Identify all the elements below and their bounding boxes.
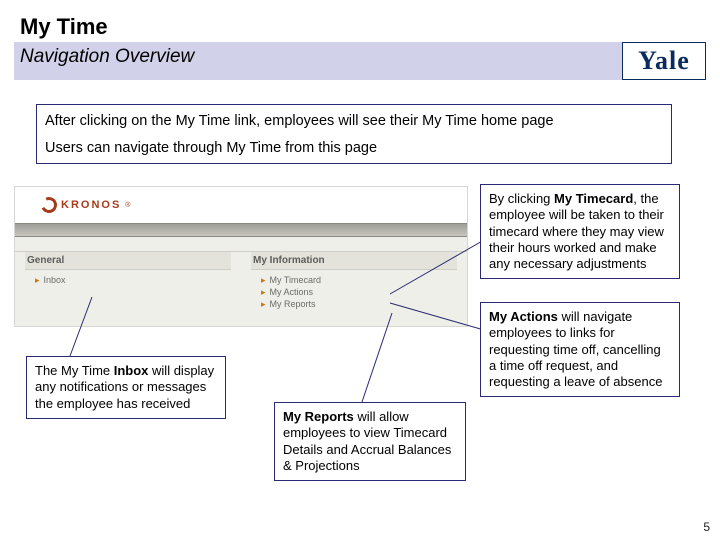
kronos-toolbar xyxy=(15,223,467,237)
callout-actions-bold: My Actions xyxy=(489,309,558,324)
callout-timecard-bold: My Timecard xyxy=(554,191,633,206)
kronos-general-item[interactable]: ▸ Inbox xyxy=(35,274,229,286)
brand-box: Yale xyxy=(622,42,706,80)
page-title: My Time xyxy=(20,14,108,40)
brand-text: Yale xyxy=(638,46,690,76)
callout-timecard: By clicking My Timecard, the employee wi… xyxy=(480,184,680,279)
kronos-myinfo-item-label: My Timecard xyxy=(270,274,322,286)
kronos-general-heading: General xyxy=(25,252,231,270)
slide: Yale My Time Navigation Overview After c… xyxy=(0,0,720,540)
arrow-icon: ▸ xyxy=(35,274,40,286)
kronos-spacer xyxy=(15,237,467,251)
intro-line-2: Users can navigate through My Time from … xyxy=(45,138,663,159)
callout-reports-bold: My Reports xyxy=(283,409,354,424)
kronos-logo-row: KRONOS ® xyxy=(15,187,467,223)
kronos-swirl-icon xyxy=(39,195,60,216)
arrow-icon: ▸ xyxy=(261,274,266,286)
kronos-logo-text: KRONOS xyxy=(61,199,121,211)
intro-box: After clicking on the My Time link, empl… xyxy=(36,104,672,164)
callout-actions: My Actions will navigate employees to li… xyxy=(480,302,680,397)
arrow-icon: ▸ xyxy=(261,286,266,298)
kronos-myinfo-item[interactable]: ▸ My Reports xyxy=(261,298,455,310)
kronos-myinfo-item[interactable]: ▸ My Timecard xyxy=(261,274,455,286)
callout-reports: My Reports will allow employees to view … xyxy=(274,402,466,481)
kronos-myinfo-item-label: My Actions xyxy=(270,286,314,298)
intro-line-1: After clicking on the My Time link, empl… xyxy=(45,111,663,132)
kronos-general-item-label: Inbox xyxy=(44,274,66,286)
kronos-tm: ® xyxy=(125,202,130,209)
kronos-section-general: General ▸ Inbox xyxy=(15,252,241,318)
callout-inbox: The My Time Inbox will display any notif… xyxy=(26,356,226,419)
kronos-section-myinfo: My Information ▸ My Timecard ▸ My Action… xyxy=(241,252,467,318)
page-subtitle: Navigation Overview xyxy=(20,46,194,68)
kronos-sections: General ▸ Inbox My Information ▸ My Time… xyxy=(15,251,467,326)
page-number: 5 xyxy=(703,520,710,534)
callout-inbox-pre: The My Time xyxy=(35,363,114,378)
callout-inbox-bold: Inbox xyxy=(114,363,149,378)
callout-timecard-pre: By clicking xyxy=(489,191,554,206)
kronos-myinfo-item-label: My Reports xyxy=(270,298,316,310)
kronos-screenshot: KRONOS ® General ▸ Inbox My Information xyxy=(14,186,468,327)
kronos-myinfo-item[interactable]: ▸ My Actions xyxy=(261,286,455,298)
kronos-logo: KRONOS ® xyxy=(41,197,130,213)
kronos-myinfo-heading: My Information xyxy=(251,252,457,270)
arrow-icon: ▸ xyxy=(261,298,266,310)
